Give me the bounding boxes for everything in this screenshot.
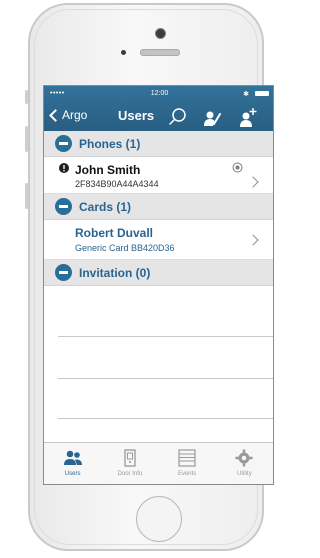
tab-label-events: Events xyxy=(177,471,197,477)
divider xyxy=(58,336,273,337)
navigation-bar: Argo Users xyxy=(44,105,273,129)
back-label: Argo xyxy=(62,108,88,122)
tab-utility[interactable]: Utility xyxy=(216,443,273,484)
section-header-phones[interactable]: Phones (1) xyxy=(44,131,273,157)
section-title-cards: Cards (1) xyxy=(79,199,132,214)
info-badge-icon xyxy=(59,163,69,173)
home-button[interactable] xyxy=(136,496,182,542)
battery-icon xyxy=(255,91,269,96)
collapse-minus-icon[interactable] xyxy=(55,135,72,152)
chevron-right-icon xyxy=(247,234,259,246)
chevron-right-icon xyxy=(247,176,259,188)
tab-label-door-info: Door Info xyxy=(117,471,143,477)
phone-device-id: 2F834B90A44A4344 xyxy=(75,179,159,189)
users-icon xyxy=(63,450,82,465)
divider xyxy=(58,418,273,419)
list-icon xyxy=(178,449,196,467)
page-title: Users xyxy=(118,108,155,123)
user-edit-icon[interactable] xyxy=(202,107,222,127)
phone-mute-switch xyxy=(25,90,28,104)
app-header: ••••• 12:00 ✱ Argo Users xyxy=(44,86,273,131)
front-camera xyxy=(155,28,166,39)
card-user-name: Robert Duvall xyxy=(75,226,154,240)
section-title-invitation: Invitation (0) xyxy=(79,265,151,280)
collapse-minus-icon[interactable] xyxy=(55,264,72,281)
phone-volume-down xyxy=(25,183,28,209)
gear-icon xyxy=(235,449,253,467)
divider xyxy=(58,378,273,379)
phone-user-name: John Smith xyxy=(75,163,141,177)
status-time: 12:00 xyxy=(150,90,169,97)
signal-icon xyxy=(232,162,243,173)
search-icon[interactable] xyxy=(168,107,188,127)
app-screen: ••••• 12:00 ✱ Argo Users Phones (1) John… xyxy=(43,85,274,485)
tab-label-users: Users xyxy=(64,471,81,477)
tab-bar: Users Door Info Events Utility xyxy=(44,442,273,484)
empty-list-area xyxy=(44,286,273,429)
tab-label-utility: Utility xyxy=(237,471,252,477)
door-icon xyxy=(124,449,136,467)
section-header-invitation[interactable]: Invitation (0) xyxy=(44,260,273,286)
phone-volume-up xyxy=(25,126,28,152)
tab-door-info[interactable]: Door Info xyxy=(101,443,158,484)
collapse-minus-icon[interactable] xyxy=(55,198,72,215)
status-bar: ••••• 12:00 ✱ xyxy=(50,90,269,100)
tab-events[interactable]: Events xyxy=(159,443,216,484)
proximity-sensor xyxy=(121,50,126,55)
section-header-cards[interactable]: Cards (1) xyxy=(44,194,273,220)
list-item-phone[interactable]: John Smith 2F834B90A44A4344 xyxy=(44,157,273,194)
section-title-phones: Phones (1) xyxy=(79,136,141,151)
earpiece-speaker xyxy=(140,49,180,56)
back-button[interactable]: Argo xyxy=(48,108,87,122)
chevron-left-icon xyxy=(49,108,62,122)
user-add-icon[interactable] xyxy=(238,107,258,127)
card-description: Generic Card BB420D36 xyxy=(75,243,175,253)
signal-strength: ••••• xyxy=(50,90,65,97)
list-item-card[interactable]: Robert Duvall Generic Card BB420D36 xyxy=(44,220,273,260)
tab-users[interactable]: Users xyxy=(44,443,101,484)
bluetooth-icon: ✱ xyxy=(243,91,249,98)
